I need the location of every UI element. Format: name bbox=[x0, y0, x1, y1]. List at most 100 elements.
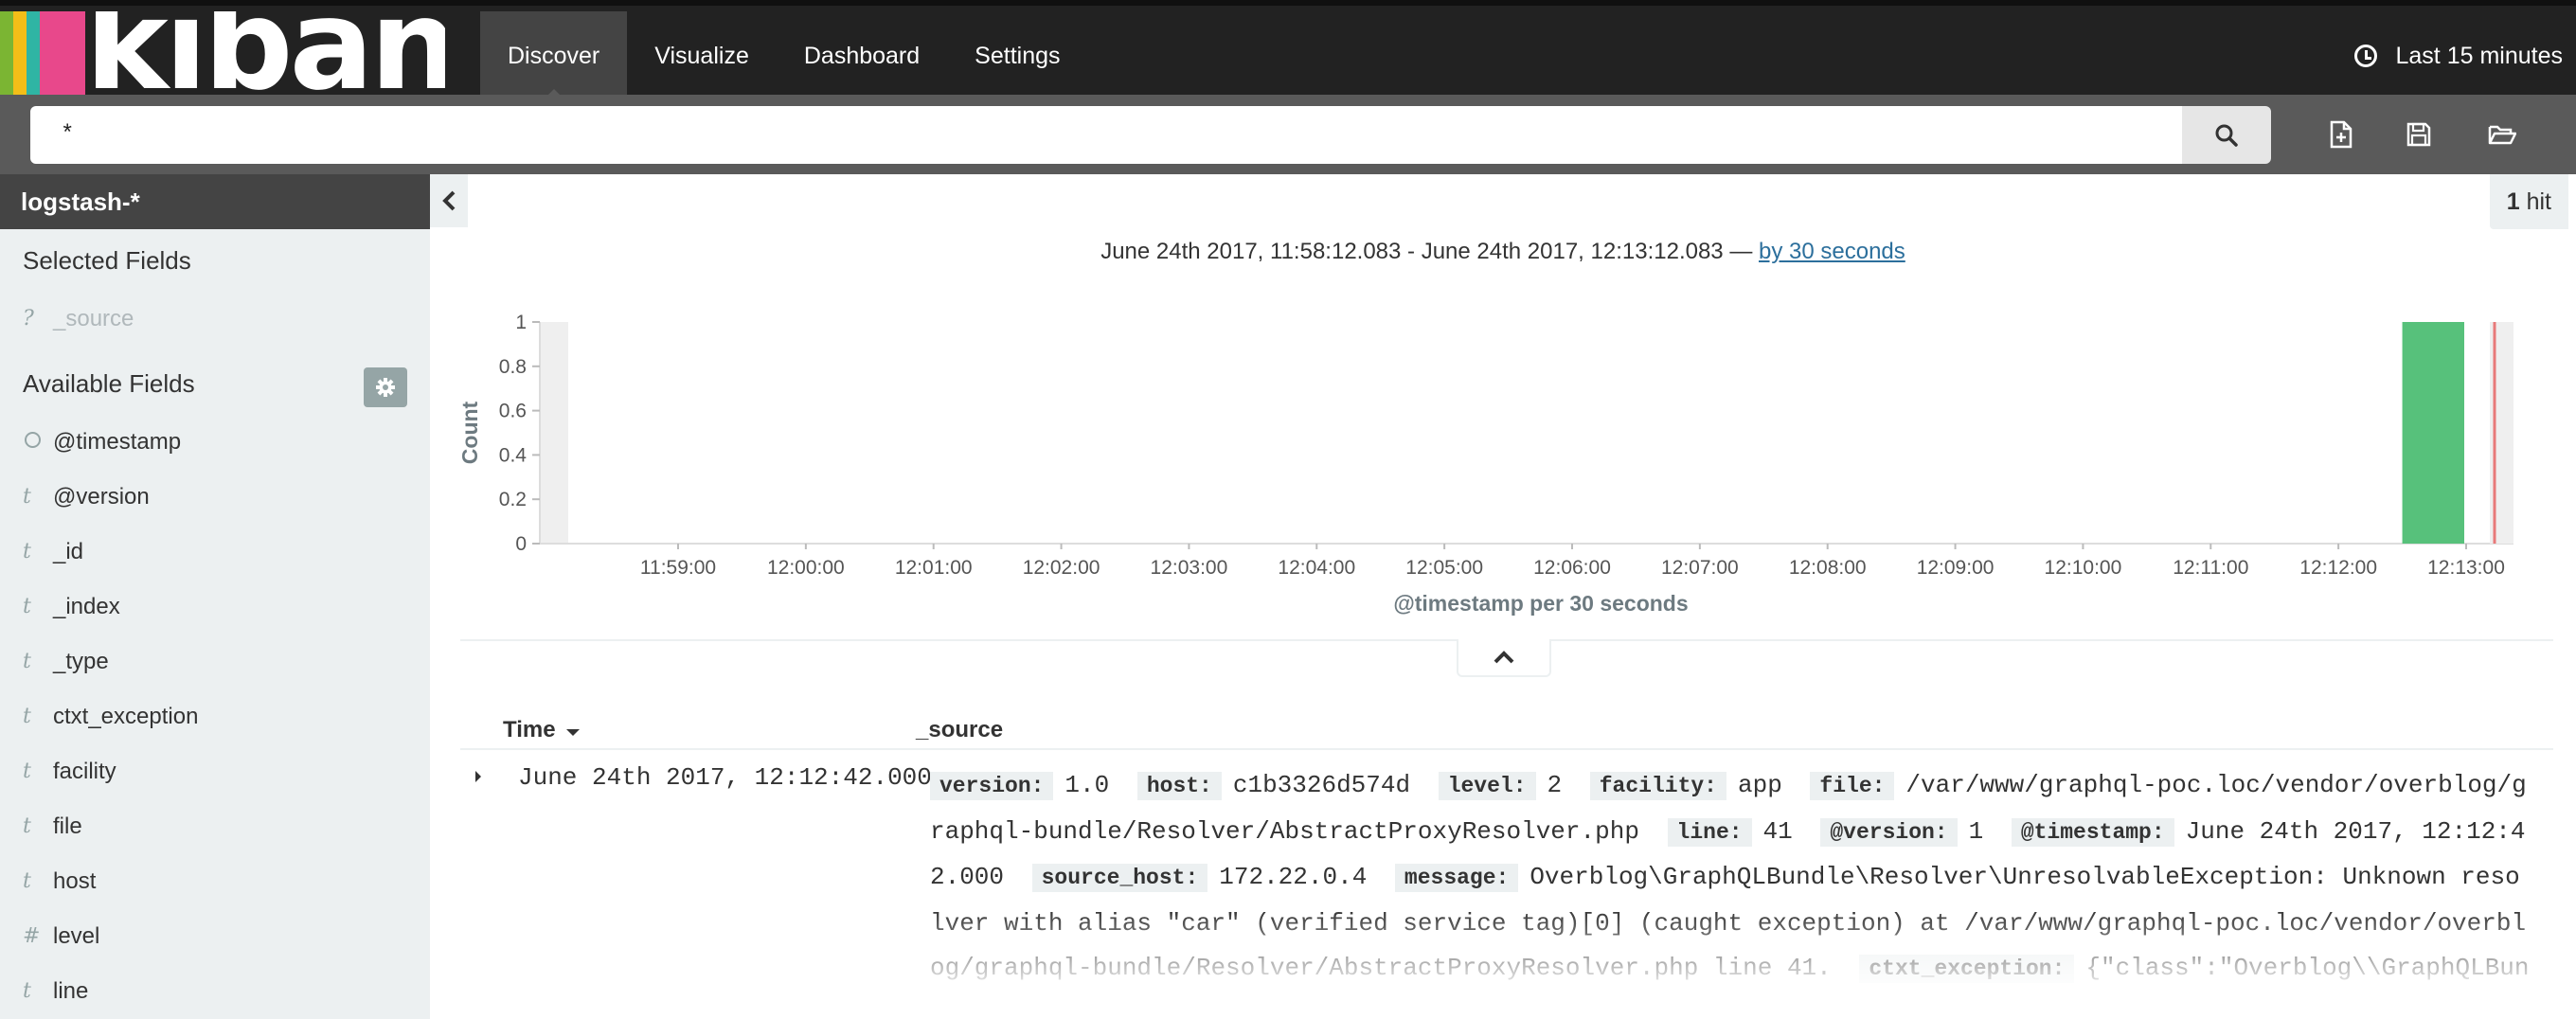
tab-settings[interactable]: Settings bbox=[947, 11, 1087, 100]
app-tabs: Discover Visualize Dashboard Settings bbox=[480, 11, 1088, 100]
string-type-icon: t bbox=[23, 595, 31, 618]
y-axis-title: Count bbox=[457, 401, 482, 464]
caret-right-icon bbox=[475, 771, 481, 782]
string-type-icon: t bbox=[23, 979, 31, 1003]
collapse-sidebar-button[interactable] bbox=[430, 174, 468, 227]
field-item-index[interactable]: t _index bbox=[0, 580, 430, 635]
y-tick-label: 0.4 bbox=[499, 444, 528, 466]
folder-open-icon bbox=[2488, 125, 2516, 145]
field-name: level bbox=[53, 923, 100, 949]
field-settings-button[interactable] bbox=[364, 367, 407, 407]
source-column-header: _source bbox=[916, 717, 1004, 742]
field-item-line[interactable]: t line bbox=[0, 964, 430, 1019]
row-source-cell: version: 1.0 host: c1b3326d574d level: 2 fa… bbox=[930, 763, 2531, 986]
string-type-icon: t bbox=[23, 650, 31, 673]
source-field-key: level: bbox=[1438, 772, 1536, 800]
row-expand-toggle[interactable] bbox=[474, 769, 483, 789]
field-name: facility bbox=[53, 759, 116, 784]
y-tick-label: 0.2 bbox=[499, 489, 527, 510]
clock-icon bbox=[25, 432, 41, 448]
field-item-type[interactable]: t _type bbox=[0, 635, 430, 689]
x-tick-label: 12:11:00 bbox=[2173, 557, 2248, 579]
field-item-id[interactable]: t _id bbox=[0, 525, 430, 580]
x-tick-label: 12:01:00 bbox=[895, 557, 973, 579]
source-field-value: 172.22.0.4 bbox=[1219, 863, 1368, 891]
field-item-host[interactable]: t host bbox=[0, 854, 430, 909]
save-search-button[interactable] bbox=[2400, 116, 2438, 153]
new-search-button[interactable] bbox=[2322, 116, 2360, 153]
field-sidebar: logstash-* Selected Fields ? _source Ava… bbox=[0, 174, 430, 1019]
tab-visualize[interactable]: Visualize bbox=[627, 11, 777, 100]
tab-dashboard[interactable]: Dashboard bbox=[777, 11, 947, 100]
sort-down-icon bbox=[566, 729, 581, 736]
field-item-file[interactable]: t file bbox=[0, 799, 430, 854]
source-field-key: ctxt_exception: bbox=[1859, 955, 2075, 983]
x-tick-label: 12:10:00 bbox=[2045, 557, 2122, 579]
x-tick-label: 12:03:00 bbox=[1151, 557, 1228, 579]
field-item-source[interactable]: ? _source bbox=[0, 292, 430, 347]
x-tick-label: 12:06:00 bbox=[1533, 557, 1611, 579]
field-item-ctxt-exception[interactable]: t ctxt_exception bbox=[0, 689, 430, 744]
source-field-key: file: bbox=[1810, 772, 1895, 800]
table-header-divider bbox=[460, 748, 2553, 750]
source-field-key: source_host: bbox=[1031, 864, 1208, 892]
x-tick-label: 12:08:00 bbox=[1789, 557, 1867, 579]
logo-text: kibana bbox=[85, 11, 445, 100]
x-tick-label: 12:07:00 bbox=[1661, 557, 1739, 579]
tab-discover[interactable]: Discover bbox=[480, 11, 628, 100]
timepicker-button[interactable]: Last 15 minutes bbox=[2353, 11, 2563, 100]
hit-count: 1 hit bbox=[2489, 174, 2568, 229]
y-tick-label: 1 bbox=[515, 312, 527, 333]
y-tick-label: 0.6 bbox=[499, 401, 527, 422]
field-name: host bbox=[53, 868, 97, 894]
y-tick-label: 0 bbox=[515, 533, 527, 555]
toggle-chart-button[interactable] bbox=[1457, 639, 1551, 677]
field-item-timestamp[interactable]: @timestamp bbox=[0, 415, 430, 470]
time-column-header[interactable]: Time bbox=[503, 717, 581, 743]
x-tick-label: 12:04:00 bbox=[1278, 557, 1355, 579]
open-search-button[interactable] bbox=[2483, 116, 2521, 153]
index-pattern-title[interactable]: logstash-* bbox=[0, 174, 430, 229]
x-tick-label: 12:00:00 bbox=[767, 557, 845, 579]
field-item-facility[interactable]: t facility bbox=[0, 744, 430, 799]
field-item-version[interactable]: t @version bbox=[0, 470, 430, 525]
source-field-key: message: bbox=[1394, 864, 1519, 892]
clock-icon bbox=[2353, 45, 2377, 67]
hit-count-label: hit bbox=[2526, 188, 2551, 215]
source-field-value: 1 bbox=[1968, 816, 1984, 846]
field-name: ctxt_exception bbox=[53, 704, 199, 729]
time-range-text: June 24th 2017, 11:58:12.083 - June 24th… bbox=[1100, 239, 1753, 264]
source-field-value: 41 bbox=[1762, 816, 1793, 846]
source-field-value: 1.0 bbox=[1064, 771, 1110, 799]
x-tick-label: 12:13:00 bbox=[2427, 557, 2505, 579]
interval-link[interactable]: by 30 seconds bbox=[1759, 239, 1905, 264]
histogram-bar bbox=[2402, 322, 2464, 544]
source-field-key: version: bbox=[930, 772, 1054, 800]
source-field-value: 2 bbox=[1547, 771, 1563, 799]
search-button[interactable] bbox=[2182, 106, 2271, 164]
histogram-chart: 0 0.2 0.4 0.6 0.8 1 11:59:00 12:00:00 12:01:00 12… bbox=[457, 312, 2513, 616]
string-type-icon: t bbox=[23, 485, 31, 509]
available-fields-label: Available Fields bbox=[23, 369, 195, 398]
source-field-key: @timestamp: bbox=[2011, 817, 2174, 847]
date-type-icon bbox=[23, 415, 53, 470]
x-axis-title: @timestamp per 30 seconds bbox=[1393, 591, 1688, 616]
field-name: _index bbox=[53, 594, 120, 619]
gear-icon bbox=[376, 378, 395, 397]
x-tick-label: 12:12:00 bbox=[2299, 557, 2377, 579]
kibana-logo[interactable]: kibana bbox=[0, 11, 445, 100]
selected-fields-title: Selected Fields bbox=[23, 246, 191, 275]
field-name: _id bbox=[53, 539, 84, 564]
source-field-value: c1b3326d574d bbox=[1232, 771, 1411, 799]
search-input[interactable] bbox=[30, 106, 2182, 164]
top-navbar: kibana Discover Visualize Dashboard Sett… bbox=[0, 0, 2576, 100]
string-type-icon: t bbox=[23, 705, 31, 728]
new-document-icon bbox=[2330, 120, 2352, 149]
field-item-level[interactable]: # level bbox=[0, 909, 430, 964]
row-time-cell: June 24th 2017, 12:12:42.000 bbox=[518, 763, 932, 792]
unknown-type-icon: ? bbox=[23, 307, 34, 331]
field-name: @version bbox=[53, 484, 150, 510]
out-of-range-shade bbox=[540, 322, 568, 544]
time-header-label: Time bbox=[503, 717, 556, 742]
source-field-value: app bbox=[1737, 771, 1782, 799]
